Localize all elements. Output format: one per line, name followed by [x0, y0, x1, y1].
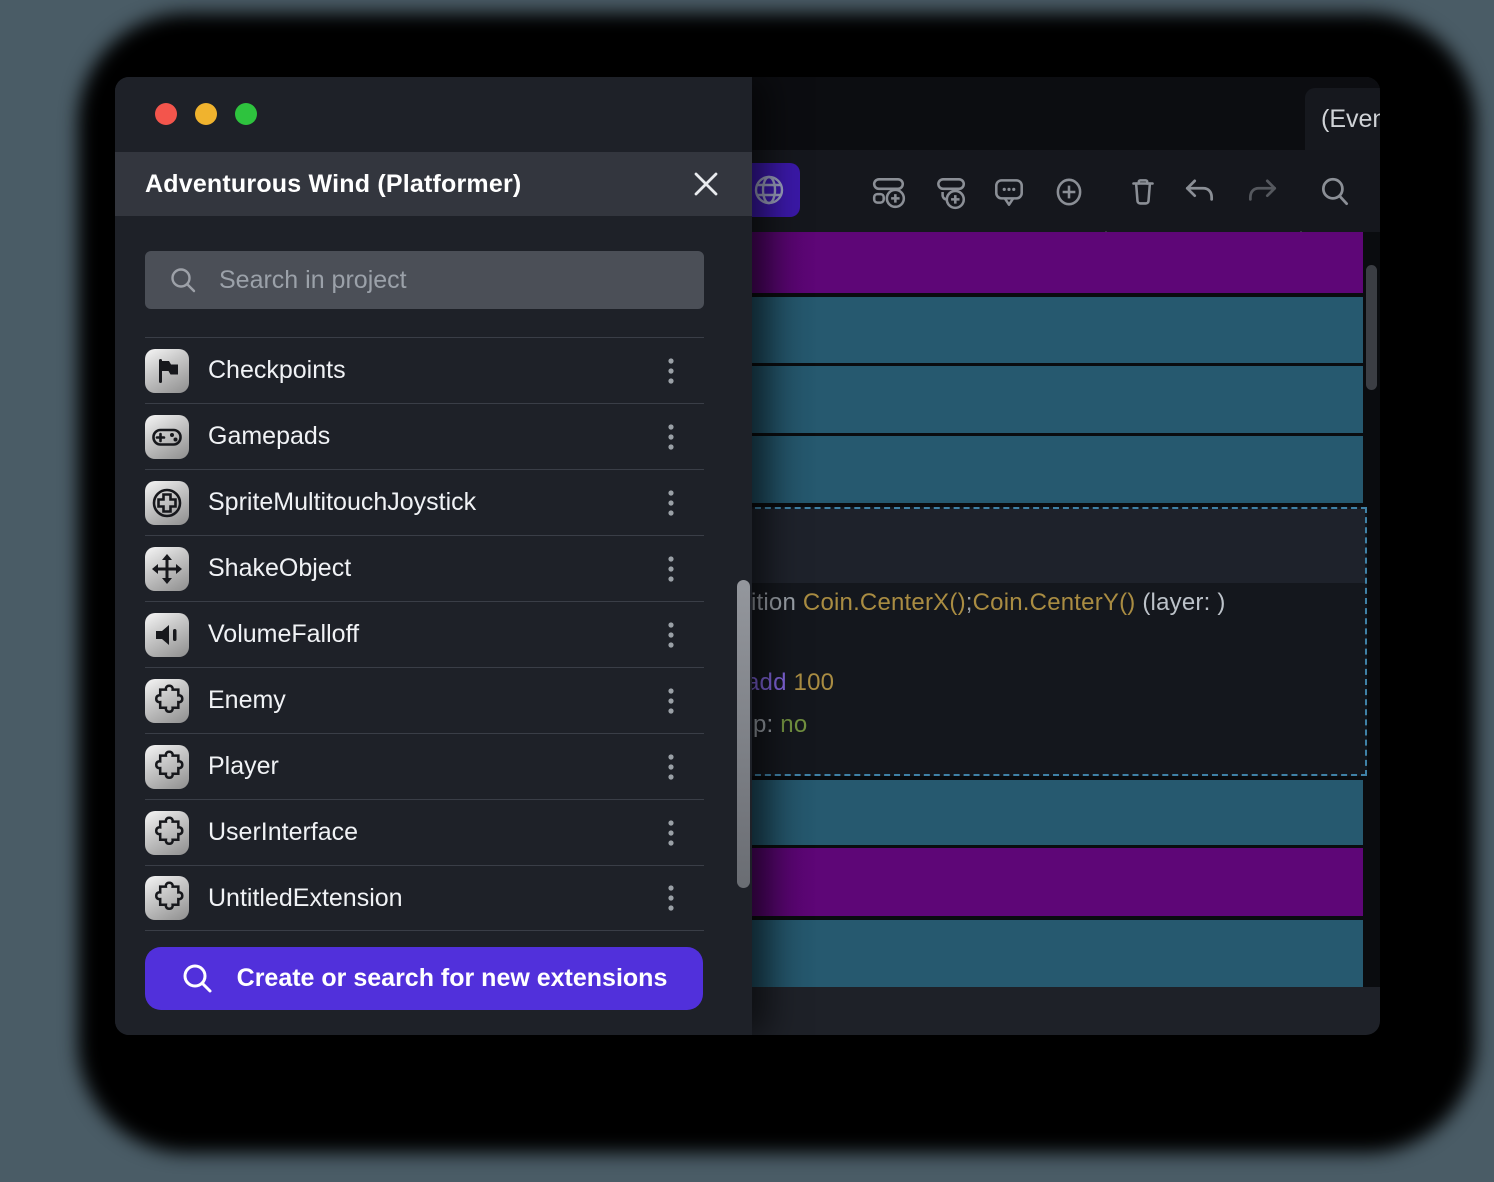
- list-item-volumefalloff[interactable]: VolumeFalloff: [145, 601, 704, 667]
- event-action-line[interactable]: ition Coin.CenterX();Coin.CenterY() (lay…: [751, 589, 1226, 617]
- add-event-icon[interactable]: [871, 174, 907, 210]
- joystick-icon: [145, 481, 189, 525]
- list-item-label: Checkpoints: [208, 356, 346, 385]
- puzzle-icon: [145, 811, 189, 855]
- project-manager-panel: Adventurous Wind (Platformer) Search in …: [115, 77, 752, 1035]
- flag-icon: [145, 349, 189, 393]
- panel-scrollbar[interactable]: [737, 580, 750, 888]
- extensions-list: Checkpoints Gamepads: [145, 337, 704, 931]
- puzzle-icon: [145, 679, 189, 723]
- list-item-userinterface[interactable]: UserInterface: [145, 799, 704, 865]
- list-item-label: ShakeObject: [208, 554, 351, 583]
- search-placeholder: Search in project: [219, 266, 407, 295]
- selected-event-block[interactable]: [745, 507, 1367, 776]
- item-menu-icon[interactable]: [658, 816, 684, 850]
- list-item-label: SpriteMultitouchJoystick: [208, 488, 476, 517]
- event-comment-row[interactable]: [745, 848, 1363, 916]
- list-item-label: Enemy: [208, 686, 286, 715]
- list-item-checkpoints[interactable]: Checkpoints: [145, 337, 704, 403]
- item-menu-icon[interactable]: [658, 354, 684, 388]
- event-row[interactable]: [745, 920, 1363, 987]
- item-menu-icon[interactable]: [658, 552, 684, 586]
- project-title: Adventurous Wind (Platformer): [145, 170, 521, 199]
- list-item-label: UntitledExtension: [208, 884, 403, 913]
- tab-events[interactable]: (Events): [1305, 88, 1380, 150]
- move-icon: [145, 547, 189, 591]
- puzzle-icon: [145, 745, 189, 789]
- panel-header: Adventurous Wind (Platformer): [115, 152, 752, 216]
- event-row[interactable]: [745, 780, 1363, 845]
- gamepad-icon: [145, 415, 189, 459]
- event-action-line[interactable]: p: no: [753, 711, 807, 739]
- list-item-label: Player: [208, 752, 279, 781]
- globe-icon: [749, 170, 789, 210]
- item-menu-icon[interactable]: [658, 881, 684, 915]
- list-item-untitledextension[interactable]: UntitledExtension: [145, 865, 704, 931]
- speaker-icon: [145, 613, 189, 657]
- event-comment-row[interactable]: [745, 232, 1363, 293]
- minimize-window-button[interactable]: [195, 103, 217, 125]
- search-icon: [181, 962, 215, 996]
- search-icon: [169, 266, 197, 294]
- delete-icon[interactable]: [1125, 174, 1161, 210]
- undo-icon[interactable]: [1182, 174, 1218, 210]
- add-other-icon[interactable]: [1051, 174, 1087, 210]
- app-window: (Events) Debugger: [115, 77, 1380, 1035]
- tab-events-label: (Events): [1321, 105, 1380, 134]
- list-item-label: UserInterface: [208, 818, 358, 847]
- item-menu-icon[interactable]: [658, 486, 684, 520]
- event-row[interactable]: [745, 366, 1363, 433]
- tab-bar: (Events) Debugger: [675, 77, 1380, 150]
- list-item-label: Gamepads: [208, 422, 330, 451]
- list-item-gamepads[interactable]: Gamepads: [145, 403, 704, 469]
- selected-event-condition-area: [747, 509, 1365, 583]
- event-row[interactable]: [745, 436, 1363, 503]
- events-scrollbar[interactable]: [1366, 265, 1377, 390]
- list-item-shakeobject[interactable]: ShakeObject: [145, 535, 704, 601]
- list-item-sprite-multitouch-joystick[interactable]: SpriteMultitouchJoystick: [145, 469, 704, 535]
- add-comment-icon[interactable]: [991, 174, 1027, 210]
- close-panel-icon[interactable]: [690, 168, 722, 200]
- create-extension-label: Create or search for new extensions: [237, 964, 668, 993]
- add-sub-event-icon[interactable]: [932, 174, 968, 210]
- item-menu-icon[interactable]: [658, 618, 684, 652]
- event-row[interactable]: [745, 297, 1363, 363]
- event-action-line[interactable]: add 100: [746, 669, 834, 697]
- search-events-icon[interactable]: [1317, 174, 1353, 210]
- search-input[interactable]: Search in project: [145, 251, 704, 309]
- zoom-window-button[interactable]: [235, 103, 257, 125]
- close-window-button[interactable]: [155, 103, 177, 125]
- puzzle-icon: [145, 876, 189, 920]
- item-menu-icon[interactable]: [658, 750, 684, 784]
- item-menu-icon[interactable]: [658, 420, 684, 454]
- list-item-label: VolumeFalloff: [208, 620, 359, 649]
- list-item-enemy[interactable]: Enemy: [145, 667, 704, 733]
- screen: (Events) Debugger: [0, 0, 1494, 1182]
- create-extension-button[interactable]: Create or search for new extensions: [145, 947, 703, 1010]
- list-item-player[interactable]: Player: [145, 733, 704, 799]
- item-menu-icon[interactable]: [658, 684, 684, 718]
- redo-icon[interactable]: [1244, 174, 1280, 210]
